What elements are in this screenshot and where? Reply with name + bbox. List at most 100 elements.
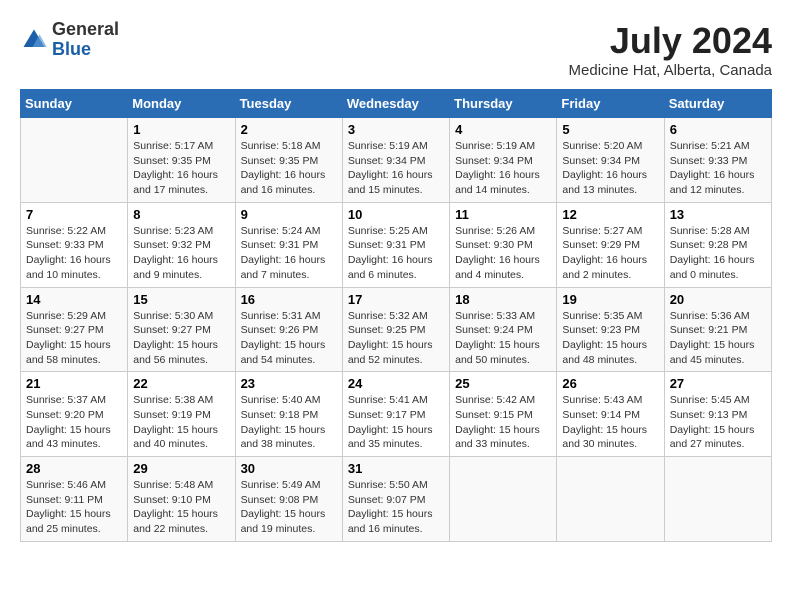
calendar-cell: 11 Sunrise: 5:26 AMSunset: 9:30 PMDayligh… <box>450 202 557 287</box>
header-day-friday: Friday <box>557 90 664 118</box>
calendar-cell <box>557 457 664 542</box>
day-number: 21 <box>26 376 122 391</box>
day-info: Sunrise: 5:21 AMSunset: 9:33 PMDaylight:… <box>670 139 766 198</box>
day-number: 11 <box>455 207 551 222</box>
calendar-cell: 15 Sunrise: 5:30 AMSunset: 9:27 PMDayligh… <box>128 287 235 372</box>
calendar-week-row: 1 Sunrise: 5:17 AMSunset: 9:35 PMDaylight… <box>21 118 772 203</box>
day-info: Sunrise: 5:33 AMSunset: 9:24 PMDaylight:… <box>455 309 551 368</box>
day-number: 7 <box>26 207 122 222</box>
month-title: July 2024 <box>569 20 772 62</box>
day-info: Sunrise: 5:48 AMSunset: 9:10 PMDaylight:… <box>133 478 229 537</box>
calendar-cell: 29 Sunrise: 5:48 AMSunset: 9:10 PMDayligh… <box>128 457 235 542</box>
day-info: Sunrise: 5:18 AMSunset: 9:35 PMDaylight:… <box>241 139 337 198</box>
day-number: 22 <box>133 376 229 391</box>
day-number: 24 <box>348 376 444 391</box>
calendar-week-row: 7 Sunrise: 5:22 AMSunset: 9:33 PMDaylight… <box>21 202 772 287</box>
calendar-cell: 5 Sunrise: 5:20 AMSunset: 9:34 PMDaylight… <box>557 118 664 203</box>
day-number: 13 <box>670 207 766 222</box>
day-number: 1 <box>133 122 229 137</box>
calendar-cell <box>21 118 128 203</box>
calendar-week-row: 21 Sunrise: 5:37 AMSunset: 9:20 PMDayligh… <box>21 372 772 457</box>
calendar-cell: 4 Sunrise: 5:19 AMSunset: 9:34 PMDaylight… <box>450 118 557 203</box>
calendar-cell: 19 Sunrise: 5:35 AMSunset: 9:23 PMDayligh… <box>557 287 664 372</box>
calendar-cell: 16Sunrise: 5:31 AMSunset: 9:26 PMDayligh… <box>235 287 342 372</box>
day-number: 19 <box>562 292 658 307</box>
day-number: 26 <box>562 376 658 391</box>
day-info: Sunrise: 5:42 AMSunset: 9:15 PMDaylight:… <box>455 393 551 452</box>
day-number: 9 <box>241 207 337 222</box>
day-info: Sunrise: 5:17 AMSunset: 9:35 PMDaylight:… <box>133 139 229 198</box>
calendar-cell: 3 Sunrise: 5:19 AMSunset: 9:34 PMDaylight… <box>342 118 449 203</box>
calendar-cell: 10 Sunrise: 5:25 AMSunset: 9:31 PMDayligh… <box>342 202 449 287</box>
day-number: 27 <box>670 376 766 391</box>
day-info: Sunrise: 5:26 AMSunset: 9:30 PMDaylight:… <box>455 224 551 283</box>
calendar-cell: 14Sunrise: 5:29 AMSunset: 9:27 PMDayligh… <box>21 287 128 372</box>
day-info: Sunrise: 5:20 AMSunset: 9:34 PMDaylight:… <box>562 139 658 198</box>
calendar-table: SundayMondayTuesdayWednesdayThursdayFrid… <box>20 89 772 542</box>
day-number: 17 <box>348 292 444 307</box>
logo-icon <box>20 26 48 54</box>
calendar-cell: 25Sunrise: 5:42 AMSunset: 9:15 PMDayligh… <box>450 372 557 457</box>
day-info: Sunrise: 5:38 AMSunset: 9:19 PMDaylight:… <box>133 393 229 452</box>
day-info: Sunrise: 5:22 AMSunset: 9:33 PMDaylight:… <box>26 224 122 283</box>
day-info: Sunrise: 5:28 AMSunset: 9:28 PMDaylight:… <box>670 224 766 283</box>
day-number: 28 <box>26 461 122 476</box>
header-day-wednesday: Wednesday <box>342 90 449 118</box>
day-number: 3 <box>348 122 444 137</box>
day-number: 20 <box>670 292 766 307</box>
day-number: 31 <box>348 461 444 476</box>
day-info: Sunrise: 5:36 AMSunset: 9:21 PMDaylight:… <box>670 309 766 368</box>
day-number: 8 <box>133 207 229 222</box>
calendar-cell: 22 Sunrise: 5:38 AMSunset: 9:19 PMDayligh… <box>128 372 235 457</box>
day-info: Sunrise: 5:24 AMSunset: 9:31 PMDaylight:… <box>241 224 337 283</box>
day-number: 18 <box>455 292 551 307</box>
day-number: 4 <box>455 122 551 137</box>
header-day-thursday: Thursday <box>450 90 557 118</box>
header: General Blue July 2024 Medicine Hat, Alb… <box>20 20 772 79</box>
calendar-cell: 2 Sunrise: 5:18 AMSunset: 9:35 PMDaylight… <box>235 118 342 203</box>
day-number: 10 <box>348 207 444 222</box>
logo: General Blue <box>20 20 119 60</box>
calendar-week-row: 14Sunrise: 5:29 AMSunset: 9:27 PMDayligh… <box>21 287 772 372</box>
header-day-monday: Monday <box>128 90 235 118</box>
day-info: Sunrise: 5:37 AMSunset: 9:20 PMDaylight:… <box>26 393 122 452</box>
day-number: 15 <box>133 292 229 307</box>
calendar-cell: 12 Sunrise: 5:27 AMSunset: 9:29 PMDayligh… <box>557 202 664 287</box>
calendar-cell: 30Sunrise: 5:49 AMSunset: 9:08 PMDayligh… <box>235 457 342 542</box>
calendar-cell <box>664 457 771 542</box>
day-number: 5 <box>562 122 658 137</box>
day-info: Sunrise: 5:30 AMSunset: 9:27 PMDaylight:… <box>133 309 229 368</box>
header-day-tuesday: Tuesday <box>235 90 342 118</box>
calendar-cell <box>450 457 557 542</box>
title-area: July 2024 Medicine Hat, Alberta, Canada <box>569 20 772 79</box>
day-info: Sunrise: 5:35 AMSunset: 9:23 PMDaylight:… <box>562 309 658 368</box>
day-number: 2 <box>241 122 337 137</box>
day-number: 14 <box>26 292 122 307</box>
calendar-cell: 24 Sunrise: 5:41 AMSunset: 9:17 PMDayligh… <box>342 372 449 457</box>
day-info: Sunrise: 5:40 AMSunset: 9:18 PMDaylight:… <box>241 393 337 452</box>
day-info: Sunrise: 5:19 AMSunset: 9:34 PMDaylight:… <box>455 139 551 198</box>
calendar-cell: 13 Sunrise: 5:28 AMSunset: 9:28 PMDayligh… <box>664 202 771 287</box>
day-number: 29 <box>133 461 229 476</box>
day-info: Sunrise: 5:27 AMSunset: 9:29 PMDaylight:… <box>562 224 658 283</box>
logo-text: General Blue <box>52 20 119 60</box>
calendar-cell: 9 Sunrise: 5:24 AMSunset: 9:31 PMDaylight… <box>235 202 342 287</box>
calendar-cell: 6 Sunrise: 5:21 AMSunset: 9:33 PMDaylight… <box>664 118 771 203</box>
calendar-cell: 23Sunrise: 5:40 AMSunset: 9:18 PMDayligh… <box>235 372 342 457</box>
day-info: Sunrise: 5:50 AMSunset: 9:07 PMDaylight:… <box>348 478 444 537</box>
calendar-cell: 28Sunrise: 5:46 AMSunset: 9:11 PMDayligh… <box>21 457 128 542</box>
calendar-cell: 7 Sunrise: 5:22 AMSunset: 9:33 PMDaylight… <box>21 202 128 287</box>
calendar-cell: 1 Sunrise: 5:17 AMSunset: 9:35 PMDaylight… <box>128 118 235 203</box>
day-info: Sunrise: 5:23 AMSunset: 9:32 PMDaylight:… <box>133 224 229 283</box>
day-number: 12 <box>562 207 658 222</box>
day-info: Sunrise: 5:41 AMSunset: 9:17 PMDaylight:… <box>348 393 444 452</box>
day-info: Sunrise: 5:25 AMSunset: 9:31 PMDaylight:… <box>348 224 444 283</box>
calendar-cell: 31 Sunrise: 5:50 AMSunset: 9:07 PMDayligh… <box>342 457 449 542</box>
calendar-cell: 17Sunrise: 5:32 AMSunset: 9:25 PMDayligh… <box>342 287 449 372</box>
calendar-cell: 26Sunrise: 5:43 AMSunset: 9:14 PMDayligh… <box>557 372 664 457</box>
calendar-cell: 27Sunrise: 5:45 AMSunset: 9:13 PMDayligh… <box>664 372 771 457</box>
day-info: Sunrise: 5:19 AMSunset: 9:34 PMDaylight:… <box>348 139 444 198</box>
day-info: Sunrise: 5:49 AMSunset: 9:08 PMDaylight:… <box>241 478 337 537</box>
calendar-cell: 18 Sunrise: 5:33 AMSunset: 9:24 PMDayligh… <box>450 287 557 372</box>
day-number: 6 <box>670 122 766 137</box>
